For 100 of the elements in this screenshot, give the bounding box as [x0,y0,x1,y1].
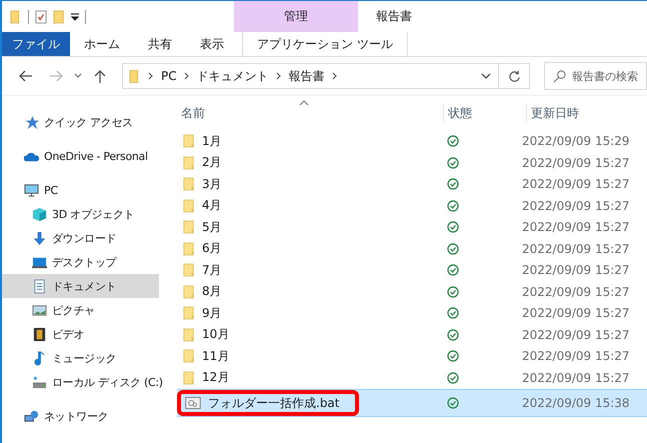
file-row[interactable]: 10月 2022/09/09 15:27 [177,324,647,345]
file-row[interactable]: 6月 2022/09/09 15:27 [177,238,647,259]
file-row[interactable]: 7月 2022/09/09 15:27 [177,260,647,280]
file-name: 10月 [202,326,230,343]
file-row[interactable]: 4月 2022/09/09 15:27 [177,195,647,216]
refresh-icon[interactable] [508,70,520,82]
sidebar-item[interactable]: クイック アクセス [2,110,159,134]
sidebar-item[interactable]: 3D オブジェクト [2,202,159,226]
breadcrumb[interactable]: ドキュメント [196,68,269,84]
file-row[interactable]: 8月 2022/09/09 15:27 [177,281,647,302]
modified-date: 2022/09/09 15:27 [521,328,631,342]
check-circle-icon [447,221,459,233]
drive-icon [32,374,47,390]
sidebar-item[interactable]: PC [2,178,159,202]
file-row[interactable]: 2月 2022/09/09 15:27 [177,152,647,173]
folder-icon [183,133,195,149]
check-circle-icon [447,200,459,212]
music-note-icon [32,350,47,366]
context-tab-header: 管理 [234,1,358,32]
file-name: 6月 [202,240,222,257]
dropdown-icon[interactable] [71,12,79,20]
chevron-icon[interactable] [74,72,82,80]
check-circle-icon [447,156,459,168]
chevron-icon [184,72,190,80]
check-circle-icon [447,286,459,298]
file-name: 7月 [202,262,222,278]
folder-icon [183,154,195,170]
folder-icon [183,284,195,300]
cube-icon [32,206,47,222]
sidebar-item[interactable]: ピクチャ [2,298,159,322]
check-circle-icon [447,372,459,384]
folder-icon [129,68,141,84]
sidebar-item[interactable]: ドキュメント [2,274,159,298]
modified-date: 2022/09/09 15:27 [521,349,631,363]
breadcrumb[interactable]: PC [161,69,177,83]
ribbon-tab[interactable]: アプリケーション ツール [242,32,408,56]
window-title: 報告書 [376,8,412,25]
file-name: 3月 [202,176,222,192]
file-row[interactable]: 3月 2022/09/09 15:27 [177,174,647,194]
folder-icon [183,305,195,321]
folder-icon [183,262,195,278]
folder-icon [183,348,195,364]
folder-icon [183,176,195,192]
folder-icon [183,198,195,214]
file-row[interactable]: フォルダー一括作成.bat 2022/09/09 15:38 [177,389,647,417]
file-row[interactable]: 1月 2022/09/09 15:29 [177,130,647,152]
sort-caret-icon [299,100,309,106]
file-row[interactable]: 12月 2022/09/09 15:27 [177,367,647,388]
monitor-icon [24,182,39,198]
column-header[interactable]: 名前 [177,105,444,122]
modified-date: 2022/09/09 15:27 [521,306,631,320]
column-header[interactable]: 状態 [444,105,527,122]
modified-date: 2022/09/09 15:27 [521,220,631,234]
folder-icon [183,219,195,235]
check-circle-icon [447,307,459,319]
modified-date: 2022/09/09 15:27 [521,370,631,384]
sidebar-item[interactable]: ネットワーク [2,404,159,428]
chevron-icon [332,72,338,80]
modified-date: 2022/09/09 15:27 [521,242,631,256]
file-row[interactable]: 11月 2022/09/09 15:27 [177,346,647,366]
address-field[interactable]: PC ドキュメント 報告書 [122,63,530,89]
file-name: 8月 [202,283,222,300]
file-name: 12月 [202,369,230,386]
sidebar-item[interactable]: ビデオ [2,322,159,346]
modified-date: 2022/09/09 15:38 [521,396,631,410]
search-icon [553,70,566,82]
modified-date: 2022/09/09 15:27 [521,177,631,191]
dropdown-icon[interactable] [481,72,491,80]
check-circle-icon [447,178,459,190]
modified-date: 2022/09/09 15:29 [521,134,631,148]
breadcrumb[interactable]: 報告書 [288,68,325,84]
file-name: 9月 [202,304,222,322]
check-circle-icon [447,242,459,254]
folder-icon [183,326,195,342]
check-circle-icon [447,350,459,362]
star-icon [24,114,39,130]
file-name: 2月 [202,154,222,171]
ribbon-tab[interactable]: ファイル [2,32,70,56]
modified-date: 2022/09/09 15:27 [521,156,631,170]
file-row[interactable]: 5月 2022/09/09 15:27 [177,216,647,238]
sidebar-item[interactable]: OneDrive - Personal [2,144,159,168]
folder-icon [183,240,195,256]
sidebar-item[interactable]: ミュージック [2,346,159,370]
sidebar-item[interactable]: ダウンロード [2,226,159,250]
check-circle-icon [447,264,459,276]
file-name: 11月 [202,348,230,364]
picture-icon [32,302,47,318]
chevron-icon [148,72,154,80]
file-row[interactable]: 9月 2022/09/09 15:27 [177,302,647,324]
check-circle-icon [447,135,459,147]
file-name: 5月 [202,218,222,236]
search-field[interactable]: 報告書の検索 [544,62,647,90]
modified-date: 2022/09/09 15:27 [521,263,631,277]
folder-icon [183,370,195,386]
up-icon[interactable] [92,68,108,84]
back-icon[interactable] [18,68,34,84]
chevron-icon [276,72,282,80]
sidebar-item[interactable]: デスクトップ [2,250,159,274]
column-header[interactable]: 更新日時 [527,105,647,122]
download-icon [32,230,47,246]
